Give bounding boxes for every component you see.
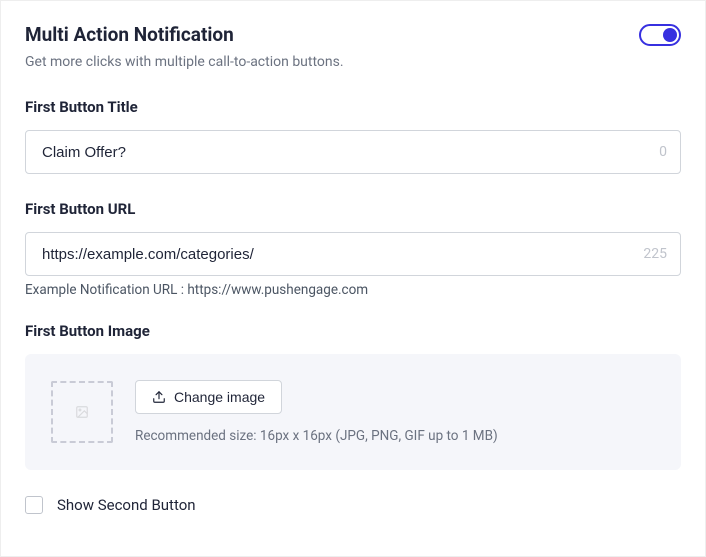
upload-icon: [152, 390, 166, 404]
image-upload-box: Change image Recommended size: 16px x 16…: [25, 354, 681, 470]
image-icon: [75, 405, 89, 419]
first-button-url-label: First Button URL: [25, 200, 681, 218]
url-helper-text: Example Notification URL : https://www.p…: [25, 282, 681, 298]
panel-subtitle: Get more clicks with multiple call-to-ac…: [25, 54, 681, 70]
image-right-col: Change image Recommended size: 16px x 16…: [135, 380, 655, 444]
change-image-button[interactable]: Change image: [135, 380, 282, 414]
first-button-url-wrap: 225: [25, 232, 681, 276]
panel-title: Multi Action Notification: [25, 23, 234, 46]
multi-action-panel: Multi Action Notification Get more click…: [0, 0, 706, 557]
first-button-title-label: First Button Title: [25, 98, 681, 116]
first-button-title-input[interactable]: [25, 130, 681, 174]
enable-toggle[interactable]: [639, 24, 681, 46]
change-image-label: Change image: [174, 389, 265, 405]
first-button-url-count: 225: [643, 246, 667, 262]
header-row: Multi Action Notification: [25, 23, 681, 46]
toggle-knob: [663, 28, 677, 42]
first-button-title-wrap: 0: [25, 130, 681, 174]
first-button-title-count: 0: [659, 144, 667, 160]
image-placeholder[interactable]: [51, 381, 113, 443]
show-second-button-label: Show Second Button: [57, 496, 196, 514]
first-button-image-label: First Button Image: [25, 322, 681, 340]
image-recommended-text: Recommended size: 16px x 16px (JPG, PNG,…: [135, 428, 655, 444]
first-button-url-input[interactable]: [25, 232, 681, 276]
show-second-button-row: Show Second Button: [25, 496, 681, 514]
show-second-button-checkbox[interactable]: [25, 496, 43, 514]
